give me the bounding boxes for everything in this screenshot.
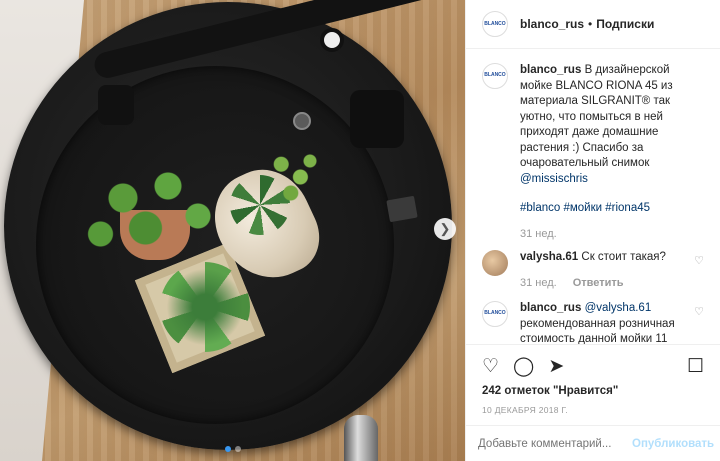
faucet-handle — [320, 28, 344, 52]
heart-icon[interactable]: ♡ — [482, 357, 499, 376]
bullet-separator: • — [588, 17, 593, 31]
chrome-tap — [344, 415, 378, 461]
caption-mention-link[interactable]: @missischris — [520, 173, 588, 185]
comment-row: valysha.61 Ск стоит такая? 31 нед. Ответ… — [482, 250, 704, 291]
carousel-dot-active — [224, 446, 231, 452]
comment-body: valysha.61 Ск стоит такая? 31 нед. Ответ… — [520, 250, 682, 291]
caption-time[interactable]: 31 нед. — [520, 227, 557, 243]
hashtag-links[interactable]: #blanco #мойки #riona45 — [520, 202, 650, 214]
avatar[interactable] — [482, 250, 508, 276]
share-icon[interactable]: ➤ — [548, 357, 564, 376]
comment-mention-link[interactable]: @valysha.61 — [585, 302, 652, 314]
comment-icon[interactable]: ◯ — [513, 357, 534, 376]
small-succulent — [262, 145, 326, 209]
post-actions: ♡ ◯ ➤ ☐ 242 отметок "Нравится" 10 ДЕКАБР… — [466, 344, 720, 415]
post-image[interactable]: ❯ — [0, 0, 465, 461]
post-header: BLANCO blanco_rus • Подписки — [466, 0, 720, 49]
post-date[interactable]: 10 ДЕКАБРЯ 2018 Г. — [482, 405, 704, 415]
comment-username[interactable]: valysha.61 — [520, 251, 578, 263]
likes-count[interactable]: 242 отметок "Нравится" — [482, 385, 704, 397]
action-icons: ♡ ◯ ➤ ☐ — [482, 353, 704, 379]
add-comment-bar: Опубликовать — [466, 425, 720, 461]
comment-text: Ск стоит такая? — [581, 251, 666, 263]
faucet-spout — [98, 85, 134, 125]
comment-input[interactable] — [478, 437, 632, 450]
overflow-plate — [386, 195, 418, 223]
succulent-plant — [160, 262, 250, 352]
caption-username[interactable]: blanco_rus — [520, 64, 581, 76]
caption-row: BLANCO blanco_rus В дизайнерской мойке B… — [482, 63, 704, 242]
sink-bowl — [36, 66, 394, 424]
carousel-dot — [234, 446, 241, 452]
comment-row: BLANCO blanco_rus @valysha.61 рекомендов… — [482, 301, 704, 344]
publish-button[interactable]: Опубликовать — [632, 438, 714, 450]
avatar[interactable]: BLANCO — [482, 11, 508, 37]
faucet-base — [350, 90, 404, 148]
overflow-button — [293, 112, 311, 130]
comment-text: рекомендованная розничная стоимость данн… — [520, 317, 675, 345]
caption-text: В дизайнерской мойке BLANCO RIONA 45 из … — [520, 64, 673, 169]
following-button[interactable]: Подписки — [596, 17, 654, 31]
comment-username[interactable]: blanco_rus — [520, 302, 581, 314]
chevron-right-icon[interactable]: ❯ — [434, 218, 456, 240]
post-side-panel: BLANCO blanco_rus • Подписки BLANCO blan… — [465, 0, 720, 461]
comments-list[interactable]: BLANCO blanco_rus В дизайнерской мойке B… — [466, 49, 720, 344]
instagram-post: ❯ BLANCO blanco_rus • Подписки BLANCO bl… — [0, 0, 720, 461]
header-username[interactable]: blanco_rus — [520, 17, 584, 31]
carousel-dots — [0, 446, 465, 452]
avatar[interactable]: BLANCO — [482, 301, 508, 327]
comment-like-icon[interactable]: ♡ — [694, 254, 704, 291]
avatar[interactable]: BLANCO — [482, 63, 508, 89]
reply-button[interactable]: Ответить — [573, 276, 624, 292]
comment-body: blanco_rus @valysha.61 рекомендованная р… — [520, 301, 682, 344]
bookmark-icon[interactable]: ☐ — [687, 357, 704, 376]
comment-like-icon[interactable]: ♡ — [694, 305, 704, 344]
caption-body: blanco_rus В дизайнерской мойке BLANCO R… — [520, 63, 704, 242]
comment-time[interactable]: 31 нед. — [520, 276, 557, 292]
